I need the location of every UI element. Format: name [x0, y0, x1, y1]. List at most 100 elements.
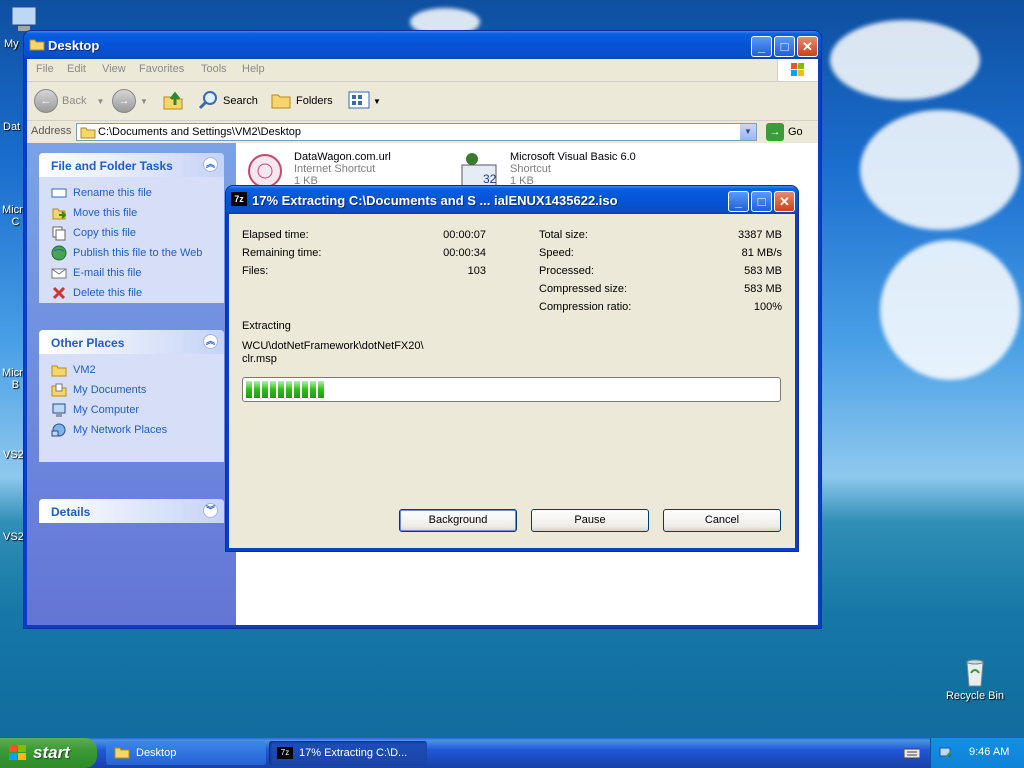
address-input[interactable]: C:\Documents and Settings\VM2\Desktop ▼ — [76, 123, 757, 141]
place-label: My Computer — [73, 404, 140, 416]
other-places-title: Other Places — [51, 336, 125, 350]
desktop-icon-label[interactable]: Dat — [3, 121, 20, 133]
dialog-titlebar[interactable]: 7z 17% Extracting C:\Documents and S ...… — [226, 186, 798, 214]
address-dropdown-button[interactable]: ▼ — [740, 124, 756, 140]
background-button[interactable]: Background — [399, 509, 517, 532]
elapsed-time-value: 00:00:07 — [443, 229, 486, 241]
details-header[interactable]: Details ︾ — [39, 499, 224, 523]
recycle-bin-label: Recycle Bin — [945, 690, 1005, 702]
task-label: Delete this file — [73, 287, 143, 299]
clock[interactable]: 9:46 AM — [969, 746, 1009, 758]
network-icon — [51, 422, 67, 438]
toolbar: ← Back ▼ → ▼ Search Folders ▼ — [27, 82, 818, 121]
compression-ratio-value: 100% — [753, 301, 782, 313]
menu-help[interactable]: Help — [242, 63, 265, 75]
explorer-titlebar[interactable]: Desktop _ □ ✕ — [24, 31, 821, 59]
task-delete[interactable]: Delete this file — [51, 283, 224, 303]
taskbar-item-extracting[interactable]: 7z 17% Extracting C:\D... — [269, 741, 427, 765]
windows-logo-icon — [777, 59, 818, 81]
progress-segment — [270, 381, 276, 398]
place-my-computer[interactable]: My Computer — [51, 400, 224, 420]
file-tasks-title: File and Folder Tasks — [51, 159, 173, 173]
menu-edit[interactable]: Edit — [67, 63, 86, 75]
rename-icon — [51, 185, 67, 201]
my-documents-icon — [51, 382, 67, 398]
folders-icon — [270, 89, 292, 114]
keyboard-icon[interactable] — [903, 746, 921, 763]
chevron-down-icon: ▼ — [96, 96, 105, 106]
pause-button[interactable]: Pause — [531, 509, 649, 532]
minimize-button[interactable]: _ — [751, 36, 772, 57]
compressed-size-value: 583 MB — [744, 283, 782, 295]
svg-text:32: 32 — [483, 172, 497, 186]
remaining-time-value: 00:00:34 — [443, 247, 486, 259]
up-folder-button[interactable] — [162, 88, 184, 114]
task-label: Rename this file — [73, 187, 152, 199]
delete-x-icon — [51, 285, 67, 301]
taskbar-item-desktop[interactable]: Desktop — [106, 741, 266, 765]
search-button[interactable]: Search — [197, 88, 258, 114]
views-button[interactable]: ▼ — [347, 88, 381, 114]
menu-file[interactable]: File — [36, 63, 54, 75]
task-label: E-mail this file — [73, 267, 142, 279]
compressed-size-label: Compressed size: — [539, 283, 628, 295]
place-vm2[interactable]: VM2 — [51, 360, 224, 380]
globe-icon — [51, 245, 67, 261]
maximize-button[interactable]: □ — [751, 191, 772, 212]
speed-label: Speed: — [539, 247, 574, 259]
other-places-header[interactable]: Other Places ︽ — [39, 330, 224, 354]
expand-icon[interactable]: ︾ — [203, 503, 218, 518]
taskbar-item-label: 17% Extracting C:\D... — [299, 747, 408, 759]
collapse-icon[interactable]: ︽ — [203, 334, 218, 349]
task-email[interactable]: E-mail this file — [51, 263, 224, 283]
address-bar: Address C:\Documents and Settings\VM2\De… — [27, 121, 818, 144]
progress-segment — [318, 381, 324, 398]
desktop-icon-label[interactable]: VS2 — [3, 531, 24, 543]
progress-bar — [242, 377, 781, 402]
desktop-icon-label[interactable]: VS2 — [3, 449, 24, 461]
desktop-icon-recycle-bin[interactable]: Recycle Bin — [944, 656, 1006, 702]
menu-favorites[interactable]: Favorites — [139, 63, 184, 75]
folder-icon — [80, 125, 96, 142]
task-copy[interactable]: Copy this file — [51, 223, 224, 243]
go-button[interactable]: → Go — [766, 123, 803, 141]
file-type: Internet Shortcut — [294, 163, 376, 175]
forward-button[interactable]: → ▼ — [112, 88, 148, 114]
place-my-documents[interactable]: My Documents — [51, 380, 224, 400]
elapsed-time-label: Elapsed time: — [242, 229, 309, 241]
close-button[interactable]: ✕ — [797, 36, 818, 57]
window-title: Desktop — [48, 38, 100, 53]
task-move[interactable]: Move this file — [51, 203, 224, 223]
menu-view[interactable]: View — [102, 63, 126, 75]
place-my-network[interactable]: My Network Places — [51, 420, 224, 440]
extraction-dialog[interactable]: 7z 17% Extracting C:\Documents and S ...… — [226, 186, 798, 551]
start-button[interactable]: start — [0, 738, 97, 768]
7zip-icon: 7z — [277, 747, 293, 759]
processed-label: Processed: — [539, 265, 595, 277]
file-item[interactable]: 32 Microsoft Visual Basic 6.0 Shortcut 1… — [456, 151, 676, 191]
views-icon — [347, 89, 373, 114]
menu-tools[interactable]: Tools — [201, 63, 227, 75]
minimize-button[interactable]: _ — [728, 191, 749, 212]
progress-segment — [310, 381, 316, 398]
task-pane: File and Folder Tasks ︽ Rename this file… — [27, 143, 236, 625]
task-publish[interactable]: Publish this file to the Web — [51, 243, 224, 263]
collapse-icon[interactable]: ︽ — [203, 157, 218, 172]
network-tray-icon[interactable] — [939, 745, 955, 764]
cancel-button[interactable]: Cancel — [663, 509, 781, 532]
maximize-button[interactable]: □ — [774, 36, 795, 57]
close-button[interactable]: ✕ — [774, 191, 795, 212]
search-icon — [197, 89, 219, 114]
back-button[interactable]: ← Back ▼ — [34, 88, 104, 114]
task-rename[interactable]: Rename this file — [51, 183, 224, 203]
file-tasks-header[interactable]: File and Folder Tasks ︽ — [39, 153, 224, 177]
place-label: My Network Places — [73, 424, 168, 436]
folder-icon — [29, 37, 45, 51]
folders-button[interactable]: Folders — [270, 88, 333, 114]
chevron-down-icon: ▼ — [140, 96, 148, 106]
file-tasks-panel: File and Folder Tasks ︽ Rename this file… — [39, 153, 224, 303]
files-label: Files: — [242, 265, 269, 277]
file-item[interactable]: DataWagon.com.url Internet Shortcut 1 KB — [242, 151, 452, 191]
total-size-label: Total size: — [539, 229, 588, 241]
copy-icon — [51, 225, 67, 241]
